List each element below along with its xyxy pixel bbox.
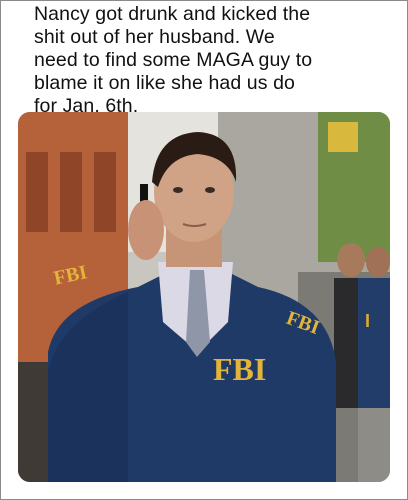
- caption-line-2: shit out of her husband. We: [34, 26, 275, 48]
- meme-caption: Nancy got drunk and kicked the shit out …: [34, 3, 394, 118]
- caption-line-3: need to find some MAGA guy to: [34, 49, 313, 71]
- jacket-fbi-text: FBI: [213, 351, 266, 387]
- meme-photo: I FBI FBI FBI: [18, 112, 390, 482]
- svg-text:I: I: [365, 311, 370, 331]
- hand: [128, 200, 164, 260]
- caption-line-1: Nancy got drunk and kicked the: [34, 3, 311, 25]
- caption-line-4: blame it on like she had us do: [34, 72, 295, 94]
- fbi-agent-photo: I FBI FBI FBI: [18, 112, 390, 482]
